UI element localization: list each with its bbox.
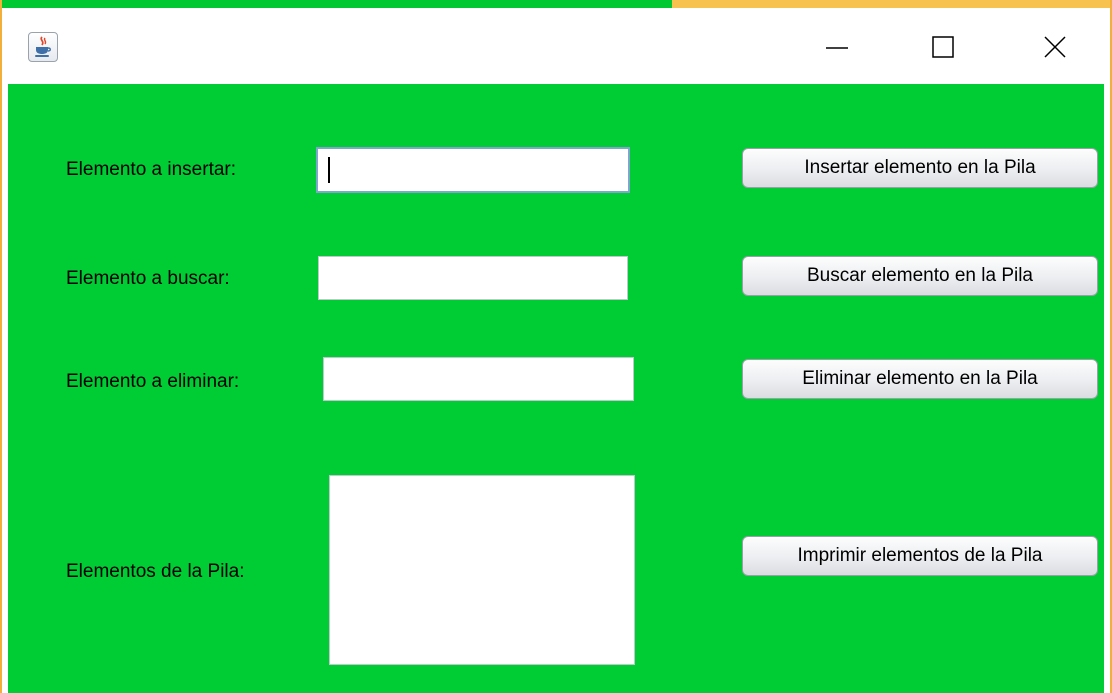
- window-frame: [0, 0, 1112, 693]
